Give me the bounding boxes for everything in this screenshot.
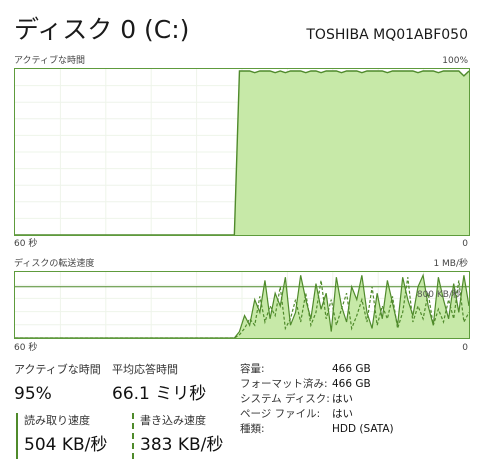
property-row-system-disk: システム ディスク: はい <box>240 392 480 407</box>
write-speed-stat-label: 書き込み速度 <box>140 414 206 427</box>
transfer-chart-max-label: 1 MB/秒 <box>433 259 468 269</box>
transfer-chart-time-label: 60 秒 <box>14 343 38 353</box>
property-row-type: 種類: HDD (SATA) <box>240 422 480 437</box>
active-time-area <box>15 71 469 235</box>
property-value: HDD (SATA) <box>332 423 394 435</box>
active-time-chart-max-label: 100% <box>442 56 468 66</box>
active-time-stat-value: 95% <box>14 384 52 404</box>
property-label: システム ディスク: <box>240 393 330 405</box>
avg-response-stat-value: 66.1 ミリ秒 <box>112 384 207 404</box>
write-speed-stat: 書き込み速度 383 KB/秒 <box>140 414 223 456</box>
transfer-chart-svg <box>15 272 469 338</box>
property-row-capacity: 容量: 466 GB <box>240 362 480 377</box>
active-time-chart-time-label: 60 秒 <box>14 239 38 249</box>
property-row-page-file: ページ ファイル: はい <box>240 407 480 422</box>
read-speed-stat-value: 504 KB/秒 <box>24 435 108 455</box>
active-time-stat-label: アクティブな時間 <box>14 363 101 376</box>
properties-panel: 容量: 466 GB フォーマット済み: 466 GB システム ディスク: は… <box>240 362 480 437</box>
property-row-formatted: フォーマット済み: 466 GB <box>240 377 480 392</box>
transfer-chart-series-label: 800 KB/秒 <box>416 290 461 300</box>
property-value: 466 GB <box>332 378 371 390</box>
property-value: はい <box>332 408 353 420</box>
device-name: TOSHIBA MQ01ABF050 <box>306 27 468 43</box>
page-title: ディスク 0 (C:) <box>14 15 190 44</box>
write-speed-stat-value: 383 KB/秒 <box>140 435 224 455</box>
transfer-chart: 800 KB/秒 <box>14 271 470 339</box>
property-label: フォーマット済み: <box>240 378 328 390</box>
avg-response-stat-label: 平均応答時間 <box>112 363 178 376</box>
read-speed-indicator <box>16 413 18 459</box>
property-label: ページ ファイル: <box>240 408 321 420</box>
active-time-stat: アクティブな時間 95% <box>14 363 101 405</box>
avg-response-stat: 平均応答時間 66.1 ミリ秒 <box>112 363 206 405</box>
active-time-chart <box>14 68 470 236</box>
read-speed-stat-label: 読み取り速度 <box>24 414 90 427</box>
transfer-chart-label: ディスクの転送速度 <box>14 259 95 269</box>
property-value: 466 GB <box>332 363 371 375</box>
transfer-chart-min-label: 0 <box>462 343 468 353</box>
property-value: はい <box>332 393 353 405</box>
active-time-chart-min-label: 0 <box>462 239 468 249</box>
property-label: 種類: <box>240 423 265 435</box>
active-time-chart-label: アクティブな時間 <box>14 56 86 66</box>
active-time-chart-svg <box>15 69 469 235</box>
read-speed-stat: 読み取り速度 504 KB/秒 <box>24 414 107 456</box>
property-label: 容量: <box>240 363 265 375</box>
write-speed-indicator <box>132 413 134 459</box>
